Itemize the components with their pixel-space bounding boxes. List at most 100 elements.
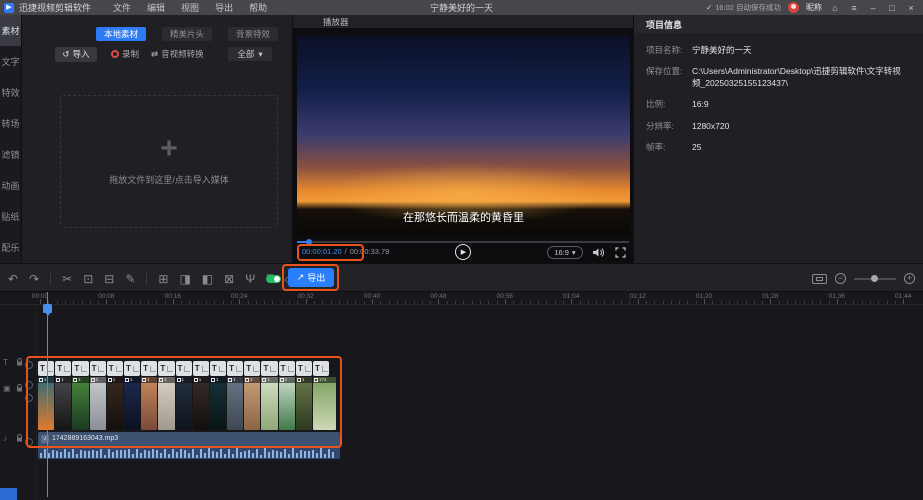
ruler-tick (804, 301, 805, 304)
video-track-lock-icon[interactable] (16, 384, 23, 392)
ruler-label: 00:08 (98, 293, 114, 300)
timeline-ruler[interactable]: 00:0000:0800:1600:2400:3200:4000:4800:56… (0, 292, 923, 305)
zoom-slider[interactable] (854, 278, 896, 280)
video-clip[interactable]: 1 (72, 377, 88, 430)
media-tab-1[interactable]: 精美片头 (162, 27, 212, 41)
audio-track-mute-toggle[interactable] (25, 438, 33, 446)
video-clip[interactable]: 1 (55, 377, 71, 430)
redo-icon[interactable]: ↷ (29, 273, 39, 285)
video-clip[interactable]: 1 (141, 377, 157, 430)
av-convert-button[interactable]: ⇄ 音视频转换 (151, 48, 204, 60)
record-voice-icon[interactable]: Ψ (245, 273, 255, 285)
hamburger-menu-icon[interactable]: ≡ (848, 3, 860, 13)
crop-icon[interactable]: ⊡ (83, 273, 93, 285)
pip-icon[interactable]: ◧ (202, 273, 213, 285)
video-clip[interactable]: 1 (210, 377, 226, 430)
fit-timeline-icon[interactable] (812, 274, 827, 284)
subtitle-segment[interactable]: T (158, 361, 174, 376)
split-icon[interactable]: ✂ (62, 273, 72, 285)
maximize-button[interactable]: □ (886, 3, 898, 13)
zoom-slider-knob[interactable] (871, 275, 878, 282)
video-clip[interactable]: 1 (193, 377, 209, 430)
aspect-ratio-dropdown[interactable]: 16:9 ▾ (547, 246, 583, 259)
menu-item-2[interactable]: 视图 (173, 1, 207, 14)
subtitle-segment[interactable]: T (124, 361, 140, 376)
player-progress-bar[interactable] (297, 241, 629, 243)
waveform-bar (196, 455, 198, 458)
sidebar-item-6[interactable]: 贴纸 (0, 201, 21, 232)
record-button[interactable]: 录制 (111, 48, 139, 60)
text-track-visibility-toggle[interactable] (25, 361, 33, 369)
home-icon[interactable]: ⌂ (829, 3, 841, 13)
video-clip[interactable]: 1 (261, 377, 277, 430)
sidebar-item-3[interactable]: 转场 (0, 108, 21, 139)
subtitle-segment[interactable]: T (55, 361, 71, 376)
menu-item-3[interactable]: 导出 (207, 1, 241, 14)
export-button[interactable]: ↗ 导出 (288, 268, 334, 287)
sidebar-item-7[interactable]: 配乐 (0, 232, 21, 263)
close-button[interactable]: × (905, 3, 917, 13)
subtitle-segment[interactable]: T (227, 361, 243, 376)
zoom-in-icon[interactable]: + (904, 273, 915, 284)
video-preview[interactable]: 在那悠长而温柔的黄昏里 (297, 36, 630, 235)
video-clip[interactable]: 1 (90, 377, 106, 430)
video-clip[interactable]: 1 (158, 377, 174, 430)
subtitle-segment[interactable]: T (107, 361, 123, 376)
play-button[interactable]: ▶ (455, 244, 471, 260)
subtitle-segment[interactable]: T (141, 361, 157, 376)
media-filter-dropdown[interactable]: 全部 ▾ (228, 47, 272, 61)
sidebar-item-1[interactable]: 文字 (0, 46, 21, 77)
video-clip[interactable]: 1 (244, 377, 260, 430)
progress-knob[interactable] (306, 239, 312, 245)
menu-item-4[interactable]: 帮助 (241, 1, 275, 14)
video-clip[interactable]: 174 (313, 377, 336, 430)
edit-icon[interactable]: ✎ (125, 273, 135, 285)
playhead-handle[interactable] (43, 304, 52, 313)
subtitle-segment[interactable]: T (90, 361, 106, 376)
video-clip[interactable]: 1 (124, 377, 140, 430)
video-clip[interactable]: 1 (176, 377, 192, 430)
subtitle-segment[interactable]: T (261, 361, 277, 376)
subtitle-segment[interactable]: T (193, 361, 209, 376)
video-clip[interactable]: 1 (279, 377, 295, 430)
import-button[interactable]: ↺ 导入 (55, 47, 97, 62)
subtitle-segment[interactable]: T (210, 361, 226, 376)
fullscreen-icon[interactable] (613, 246, 627, 259)
volume-icon[interactable] (591, 246, 605, 259)
subtitle-segment[interactable]: T (176, 361, 192, 376)
subtitle-segment[interactable]: T (72, 361, 88, 376)
video-clip[interactable]: 1 (296, 377, 312, 430)
sidebar-item-2[interactable]: 特效 (0, 77, 21, 108)
subtitle-segment[interactable]: T (296, 361, 312, 376)
media-tab-2[interactable]: 背景特效 (228, 27, 278, 41)
minimize-button[interactable]: – (867, 3, 879, 13)
video-clip[interactable]: 1 (107, 377, 123, 430)
sidebar-item-0[interactable]: 素材 (0, 15, 21, 46)
media-dropzone[interactable]: + 拖放文件到这里/点击导入媒体 (60, 95, 278, 228)
audio-track-lock-icon[interactable] (16, 434, 23, 442)
subtitle-segment[interactable]: T (279, 361, 295, 376)
clip-badge-text: 174 (319, 377, 327, 383)
sidebar-item-5[interactable]: 动画 (0, 170, 21, 201)
menu-item-1[interactable]: 编辑 (139, 1, 173, 14)
undo-icon[interactable]: ↶ (8, 273, 18, 285)
video-clip[interactable]: 1 (227, 377, 243, 430)
green-toggle[interactable] (266, 275, 281, 283)
mosaic-icon[interactable]: ⊠ (224, 273, 234, 285)
text-track-lock-icon[interactable] (16, 358, 23, 366)
ruler-tick (497, 301, 498, 304)
sidebar-item-4[interactable]: 滤镜 (0, 139, 21, 170)
video-track-visibility-toggle[interactable] (25, 381, 33, 389)
subtitle-segment[interactable]: T (244, 361, 260, 376)
subtitle-segment[interactable]: T (313, 361, 329, 376)
avatar[interactable] (788, 2, 799, 13)
delete-icon[interactable]: ⊟ (104, 273, 114, 285)
playhead-line[interactable] (47, 292, 48, 497)
video-track-mute-toggle[interactable] (25, 394, 33, 402)
audio-clip[interactable]: ♪ 1742889163043.mp3 (38, 432, 340, 459)
zoom-out-icon[interactable]: − (835, 273, 846, 284)
menu-item-0[interactable]: 文件 (105, 1, 139, 14)
mask-icon[interactable]: ◨ (179, 273, 190, 285)
media-tab-0[interactable]: 本地素材 (96, 27, 146, 41)
freeze-frame-icon[interactable]: ⊞ (158, 273, 168, 285)
